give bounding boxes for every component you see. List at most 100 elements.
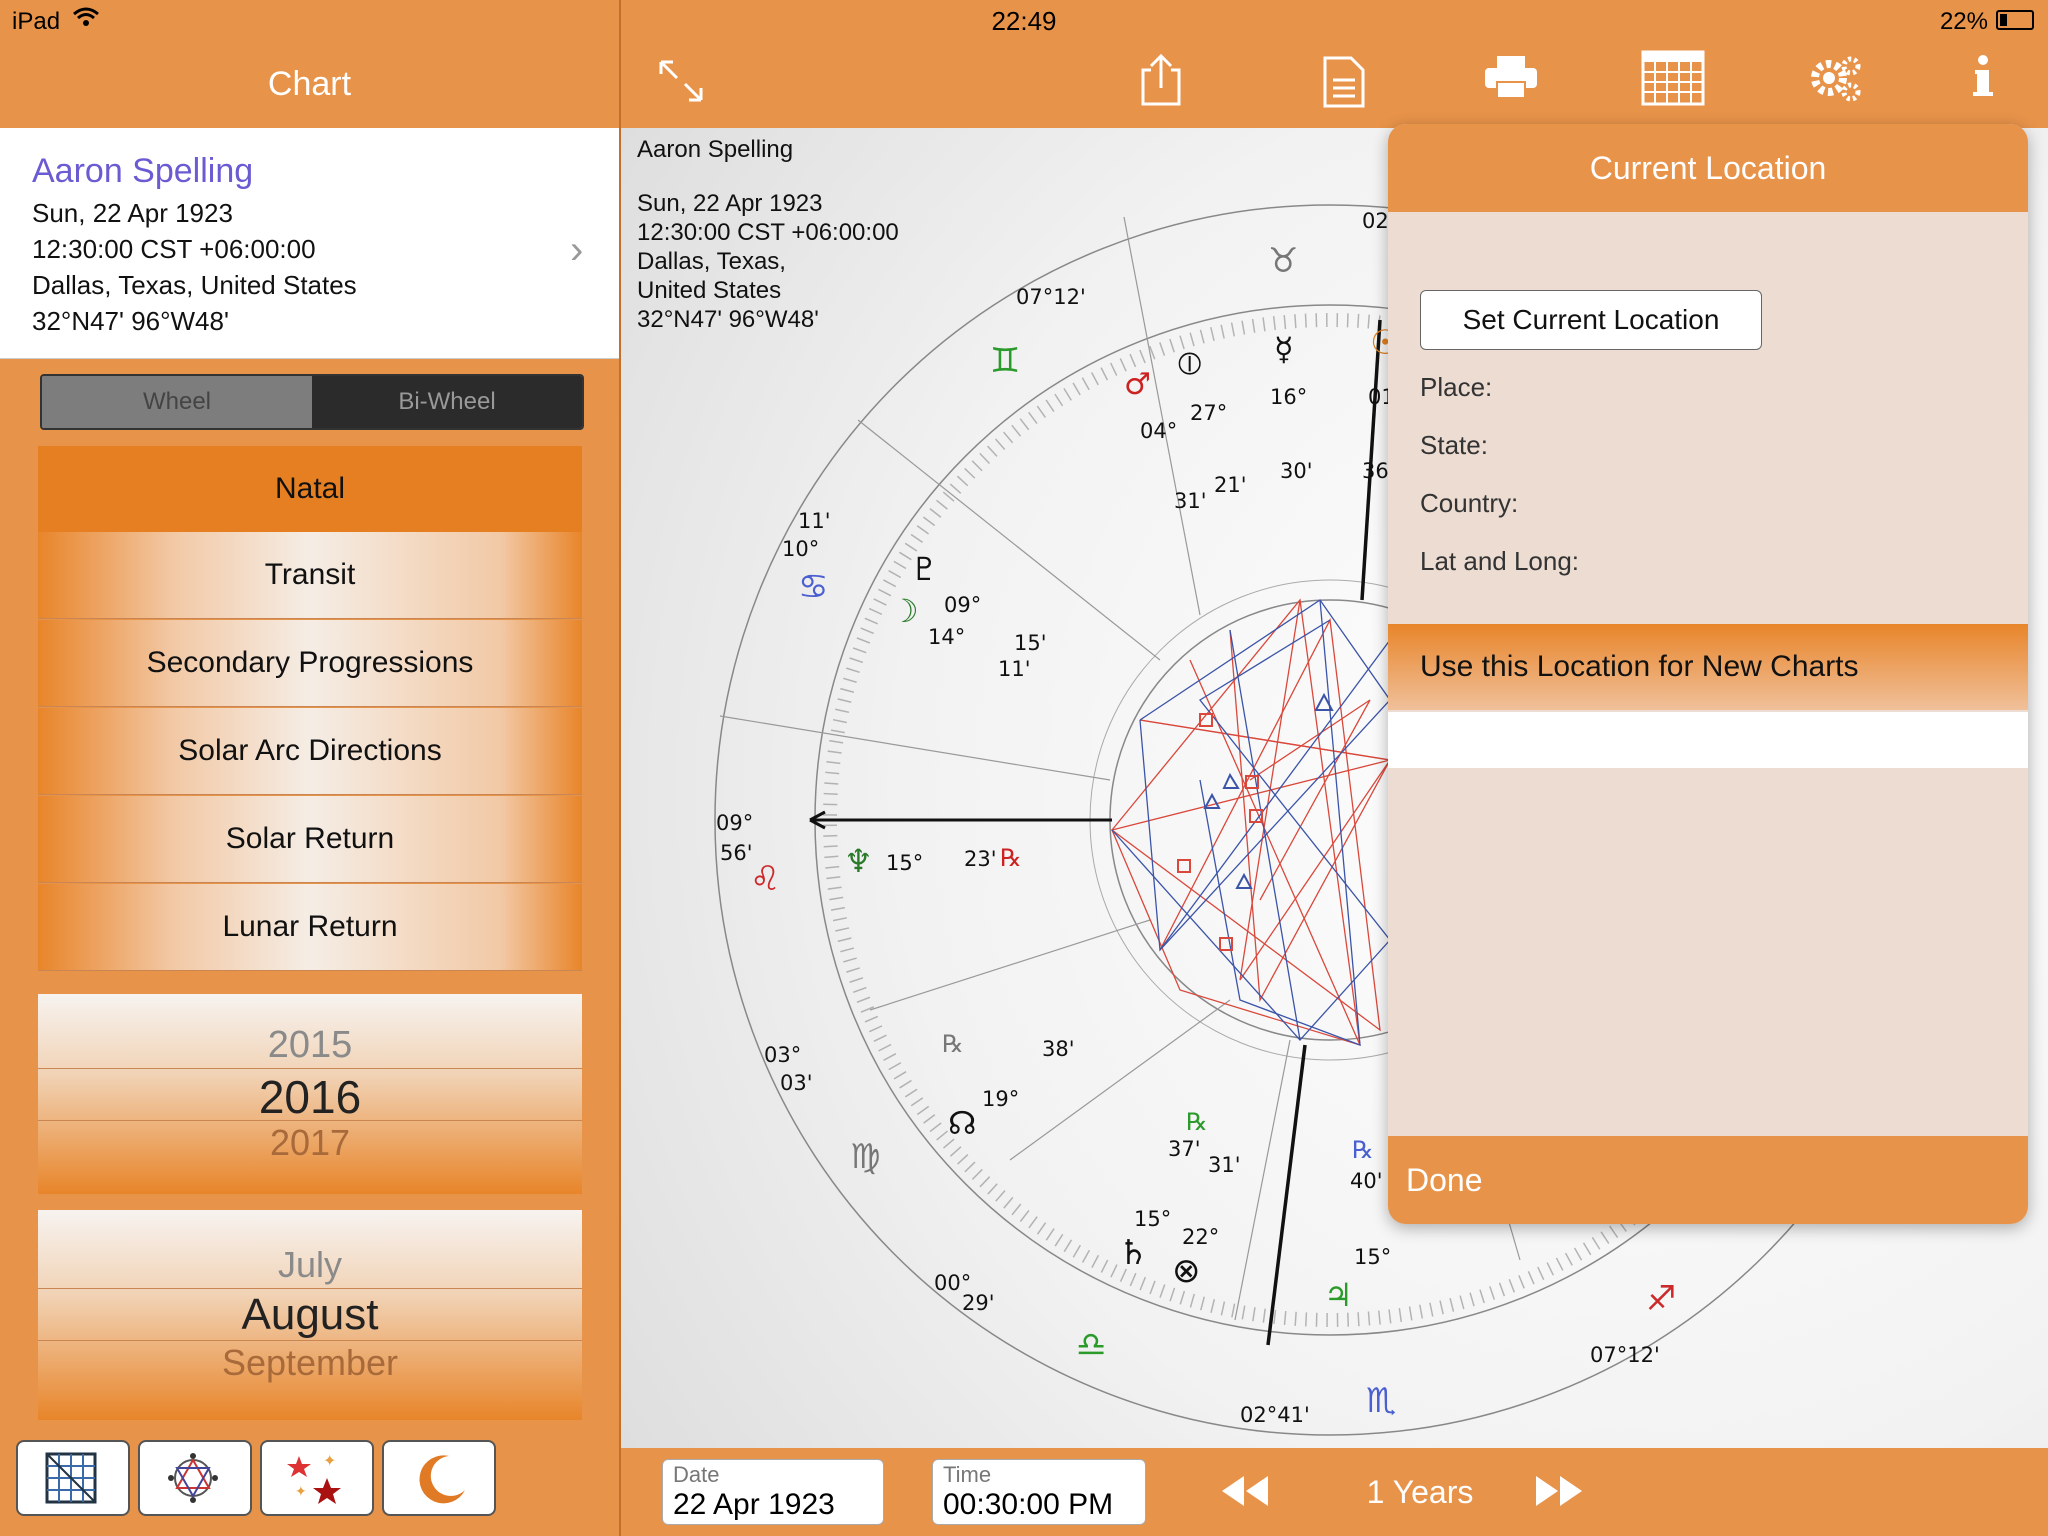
saturn-minute: 37' [1168,1137,1201,1161]
moon-icon [419,1455,465,1504]
menu-transit[interactable]: Transit [38,532,582,619]
date-value: 22 Apr 1923 [673,1488,835,1521]
segment-bi-wheel[interactable]: Bi-Wheel [312,376,582,428]
gemini-glyph: ♊ [990,341,1020,381]
asc-degree: 09° [716,811,753,835]
pof-minute: 21' [1214,473,1247,497]
expand-icon[interactable] [657,58,705,109]
left-panel: Chart Aaron Spelling Sun, 22 Apr 1923 12… [0,0,621,1536]
print-icon[interactable] [1483,54,1539,105]
cancer-glyph: ♋ [798,567,828,607]
table-icon[interactable] [1641,50,1705,111]
virgo-glyph: ♍ [850,1137,880,1177]
menu-solar-return[interactable]: Solar Return [38,796,582,883]
mercury-glyph: ☿ [1274,330,1294,368]
time-value: 00:30:00 PM [943,1488,1114,1521]
cusp-virgo-minute: 03' [780,1071,813,1095]
retro-node-glyph: ℞ [942,1030,964,1058]
done-button[interactable]: Done [1388,1136,2028,1224]
set-current-location-button[interactable]: Set Current Location [1420,290,1762,350]
asc-minute: 56' [720,841,753,865]
svg-text:✦: ✦ [323,1453,336,1470]
neptune-minute: 23' [964,847,997,871]
mercury-minute: 30' [1280,459,1313,483]
battery-icon [1996,10,2034,30]
sagittarius-glyph: ♐ [1646,1279,1676,1319]
jupiter-minute: 40' [1350,1169,1383,1193]
stars-button[interactable]: ✦ ✦ [260,1440,374,1516]
pluto-minute: 15' [1014,631,1047,655]
picker-year-prev[interactable]: 2015 [38,1024,582,1067]
picker-month-prev[interactable]: July [38,1244,582,1286]
person-date: Sun, 22 Apr 1923 [32,198,233,228]
svg-text:✦: ✦ [295,1483,307,1499]
segment-wheel[interactable]: Wheel [42,376,312,428]
menu-lunar-return[interactable]: Lunar Return [38,884,582,971]
ic-line [1266,1044,1307,1346]
moon-degree: 14° [928,625,965,649]
time-label: Time [943,1462,992,1487]
pluto-glyph: ♇ [910,550,939,588]
pof-degree: 27° [1190,401,1227,425]
grid-icon [45,1452,97,1504]
menu-secondary-progressions[interactable]: Secondary Progressions [38,620,582,707]
neptune-glyph: ♆ [844,842,873,880]
rewind-icon[interactable] [1220,1474,1270,1513]
month-picker[interactable]: July August September [38,1210,582,1420]
part-of-fortune-glyph: ⦶ [1178,344,1201,382]
clock: 22:49 [991,6,1057,36]
location-list-row[interactable] [1388,712,2028,768]
person-card[interactable]: Aaron Spelling Sun, 22 Apr 1923 12:30:00… [0,128,619,359]
libra-glyph: ♎ [1076,1325,1106,1365]
picker-year-next[interactable]: 2017 [38,1122,582,1164]
state-label: State: [1420,430,1488,460]
node-glyph: ☊ [948,1104,976,1142]
node-degree: 19° [982,1087,1019,1111]
neptune-degree: 15° [886,851,923,875]
country-label: Country: [1420,488,1519,518]
person-coords: 32°N47' 96°W48' [32,306,229,336]
step-label[interactable]: 1 Years [1330,1474,1510,1511]
aspect-wheel-button[interactable] [138,1440,252,1516]
pluto-degree: 09° [944,593,981,617]
aspect-glyphs-red [1177,713,1263,951]
person-time: 12:30:00 CST +06:00:00 [32,234,316,264]
document-icon[interactable] [1321,54,1367,115]
share-icon[interactable] [1139,52,1183,113]
year-picker[interactable]: 2015 2016 2017 [38,994,582,1194]
menu-solar-arc-directions[interactable]: Solar Arc Directions [38,708,582,795]
moon-button[interactable] [382,1440,496,1516]
taurus-glyph: ♉ [1268,241,1298,281]
saturn-degree: 15° [1134,1207,1171,1231]
cusp-libra-minute: 29' [962,1291,995,1315]
time-field[interactable]: Time 00:30:00 PM [932,1459,1146,1525]
jupiter-glyph: ♃ [1324,1276,1353,1314]
popover-title: Current Location [1388,124,2028,212]
cusp-top-label: 02 [1362,209,1389,233]
use-location-button[interactable]: Use this Location for New Charts [1388,624,2028,710]
vertex-glyph: ⊗ [1172,1251,1201,1291]
grid-button[interactable] [16,1440,130,1516]
cusp-cancer-minute: 11' [798,509,831,533]
mars-minute: 31' [1174,489,1207,513]
info-icon[interactable] [1971,54,1995,103]
menu-natal[interactable]: Natal [38,446,582,533]
mars-glyph: ♂ [1124,367,1151,402]
leo-glyph: ♌ [750,859,780,899]
picker-month-next[interactable]: September [38,1342,582,1384]
mars-degree: 04° [1140,419,1177,443]
picker-year-selected[interactable]: 2016 [38,1070,582,1124]
date-field[interactable]: Date 22 Apr 1923 [662,1459,884,1525]
stars-icon: ✦ ✦ [287,1453,341,1504]
moon-glyph: ☽ [890,592,919,630]
saturn-glyph: ♄ [1118,1233,1148,1273]
current-location-popover: Current Location Set Current Location Pl… [1388,124,2028,1224]
fast-forward-icon[interactable] [1534,1474,1584,1513]
aspect-wheel-icon [168,1453,218,1503]
lat-long-label: Lat and Long: [1420,546,1580,576]
picker-month-selected[interactable]: August [38,1290,582,1340]
wheel-segmented-control[interactable]: Wheel Bi-Wheel [40,374,584,430]
popover-arrow [1820,100,1864,126]
node-minute: 38' [1042,1037,1075,1061]
jupiter-degree: 15° [1354,1245,1391,1269]
